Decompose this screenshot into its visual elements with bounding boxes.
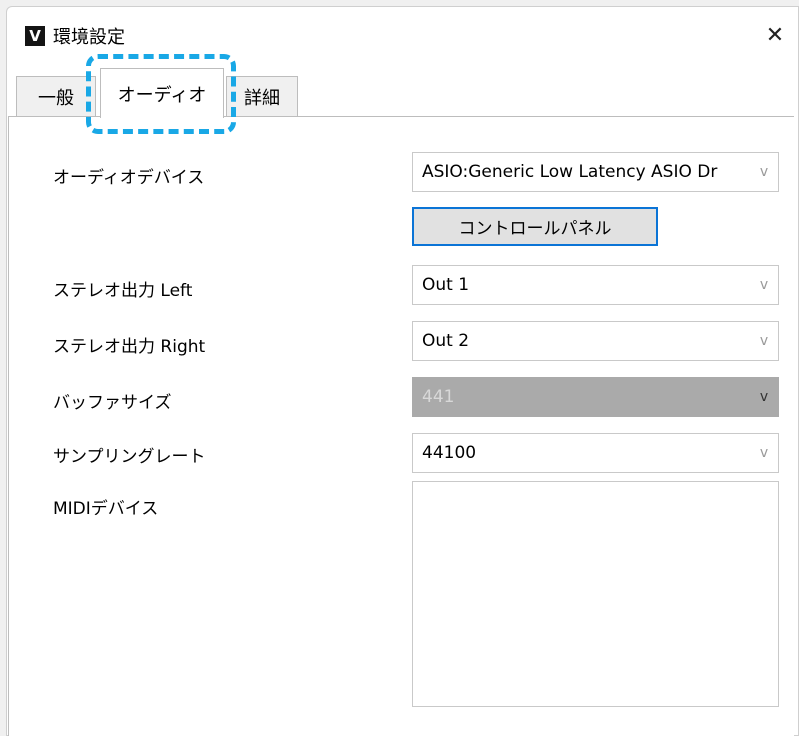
midi-device-list[interactable]	[412, 481, 779, 707]
buffer-size-value: 441	[422, 387, 455, 407]
tab-detail-label: 詳細	[244, 87, 280, 109]
audio-device-select[interactable]: ASIO:Generic Low Latency ASIO Dr v	[412, 152, 779, 192]
close-button[interactable]: ✕	[752, 15, 798, 55]
stereo-left-label: ステレオ出力 Left	[53, 281, 193, 301]
buffer-size-select: 441 v	[412, 377, 779, 417]
tab-detail[interactable]: 詳細	[226, 76, 298, 116]
audio-device-value: ASIO:Generic Low Latency ASIO Dr	[422, 162, 718, 182]
stereo-right-select[interactable]: Out 2 v	[412, 321, 779, 361]
tab-highlight-outline	[86, 54, 236, 134]
chevron-down-icon: v	[759, 164, 769, 180]
audio-settings-panel: オーディオデバイス ASIO:Generic Low Latency ASIO …	[8, 116, 794, 736]
sample-rate-value: 44100	[422, 443, 477, 463]
app-icon: V	[25, 26, 45, 46]
window-title: 環境設定	[53, 27, 125, 48]
control-panel-button[interactable]: コントロールパネル	[412, 207, 658, 246]
tab-general-label: 一般	[38, 87, 74, 109]
chevron-down-icon: v	[759, 389, 769, 405]
stereo-left-value: Out 1	[422, 275, 470, 295]
stereo-right-label: ステレオ出力 Right	[53, 337, 206, 357]
stereo-left-select[interactable]: Out 1 v	[412, 265, 779, 305]
chevron-down-icon: v	[759, 445, 769, 461]
tab-general[interactable]: 一般	[16, 76, 96, 116]
chevron-down-icon: v	[759, 277, 769, 293]
midi-device-label: MIDIデバイス	[53, 499, 159, 519]
audio-device-label: オーディオデバイス	[53, 168, 205, 188]
sample-rate-label: サンプリングレート	[53, 447, 206, 467]
chevron-down-icon: v	[759, 333, 769, 349]
sample-rate-select[interactable]: 44100 v	[412, 433, 779, 473]
stereo-right-value: Out 2	[422, 331, 470, 351]
close-icon: ✕	[765, 22, 785, 48]
buffer-size-label: バッファサイズ	[53, 393, 172, 413]
